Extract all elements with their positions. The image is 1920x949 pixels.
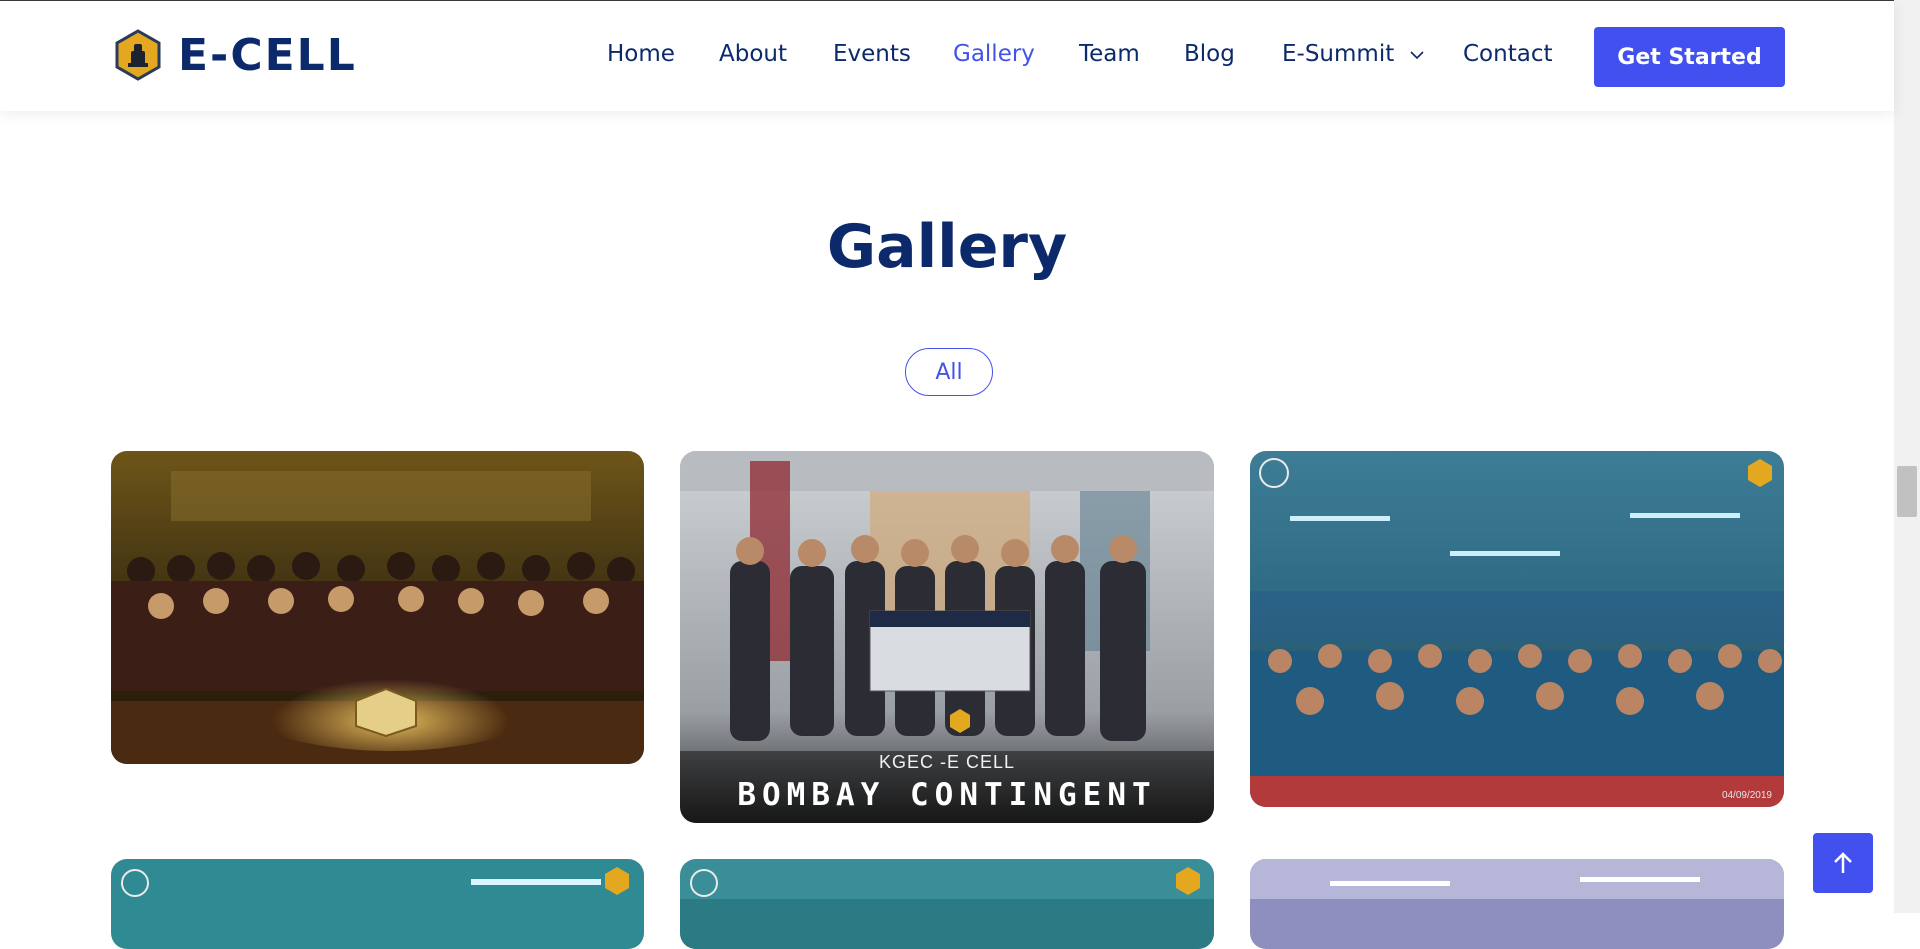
nav-about[interactable]: About xyxy=(719,41,787,67)
chevron-down-icon xyxy=(1409,50,1424,59)
site-header: E-CELL Home About Events Gallery Team Bl… xyxy=(0,1,1894,111)
get-started-button[interactable]: Get Started xyxy=(1594,27,1785,87)
gallery-photo-bombay-contingent[interactable]: KGEC -E CELL BOMBAY CONTINGENT xyxy=(680,451,1214,823)
filter-all-button[interactable]: All xyxy=(905,348,993,396)
nav-contact[interactable]: Contact xyxy=(1463,41,1552,67)
hall-image-5 xyxy=(680,859,1214,949)
scrollbar-thumb[interactable] xyxy=(1897,466,1917,517)
celebration-image xyxy=(111,451,644,764)
nav-events[interactable]: Events xyxy=(833,41,911,67)
arrow-up-icon xyxy=(1834,852,1852,873)
nav-home[interactable]: Home xyxy=(607,41,675,67)
photo-date-stamp: 04/09/2019 xyxy=(1721,790,1772,801)
nav-gallery[interactable]: Gallery xyxy=(953,41,1035,67)
page-title: Gallery xyxy=(826,212,1068,282)
hall-image-4 xyxy=(111,859,644,949)
gallery-photo-hall-4[interactable] xyxy=(111,859,644,949)
back-to-top-button[interactable] xyxy=(1813,833,1873,893)
scrollbar-track[interactable] xyxy=(1894,0,1920,913)
gallery-photo-cake-celebration[interactable] xyxy=(111,451,644,764)
gallery-photo-hall-5[interactable] xyxy=(680,859,1214,949)
nav-blog[interactable]: Blog xyxy=(1184,41,1235,67)
nav-esummit[interactable]: E-Summit xyxy=(1282,41,1424,67)
gallery-photo-hall-6[interactable] xyxy=(1250,859,1784,949)
nav-team[interactable]: Team xyxy=(1079,41,1140,67)
gallery-photo-audience[interactable]: 04/09/2019 xyxy=(1250,451,1784,807)
hall-image-6 xyxy=(1250,859,1784,949)
audience-image xyxy=(1250,451,1784,807)
photo-caption-small: KGEC -E CELL xyxy=(878,752,1016,772)
photo-caption-big: BOMBAY CONTINGENT xyxy=(737,777,1157,813)
nav-esummit-label: E-Summit xyxy=(1282,41,1395,67)
